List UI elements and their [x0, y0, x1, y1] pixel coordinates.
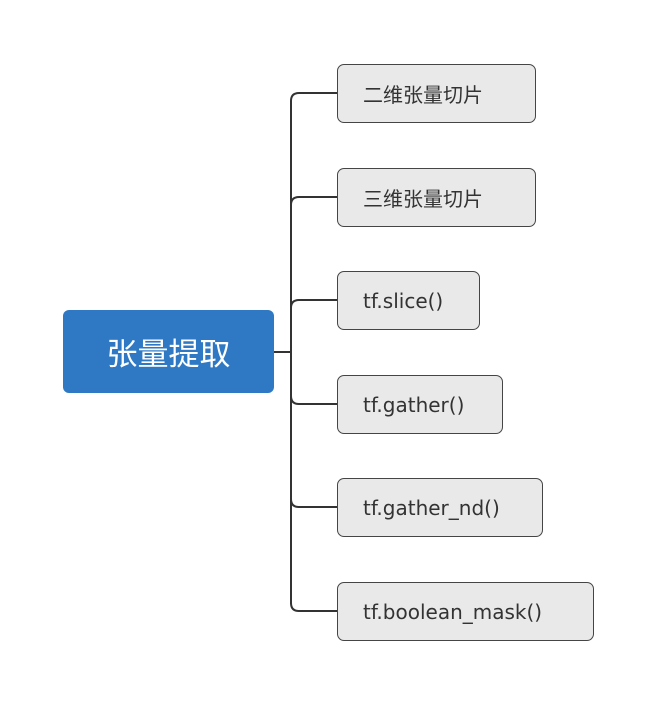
subtopic-tf-slice[interactable]: tf.slice()	[337, 271, 480, 330]
subtopic-label: tf.gather_nd()	[363, 495, 500, 520]
branch-0	[290, 92, 337, 102]
subtopic-3d-slice[interactable]: 三维张量切片	[337, 168, 536, 227]
branch-2	[290, 299, 337, 309]
root-topic-label: 张量提取	[106, 337, 231, 373]
root-topic[interactable]: 张量提取	[63, 310, 274, 393]
subtopic-label: tf.gather()	[363, 392, 465, 417]
branch-1	[290, 196, 337, 206]
subtopic-tf-boolean-mask[interactable]: tf.boolean_mask()	[337, 582, 594, 641]
subtopic-label: 三维张量切片	[363, 187, 483, 211]
subtopic-label: tf.boolean_mask()	[363, 599, 543, 624]
subtopic-tf-gather[interactable]: tf.gather()	[337, 375, 503, 434]
subtopic-tf-gather-nd[interactable]: tf.gather_nd()	[337, 478, 543, 537]
subtopic-2d-slice[interactable]: 二维张量切片	[337, 64, 536, 123]
mindmap-canvas: 张量提取 二维张量切片 三维张量切片 tf.slice() tf.gather(…	[0, 0, 655, 703]
branch-5	[290, 602, 337, 612]
subtopic-label: tf.slice()	[363, 288, 444, 313]
branch-3	[290, 395, 337, 405]
subtopic-label: 二维张量切片	[363, 83, 483, 107]
branch-4	[290, 498, 337, 508]
